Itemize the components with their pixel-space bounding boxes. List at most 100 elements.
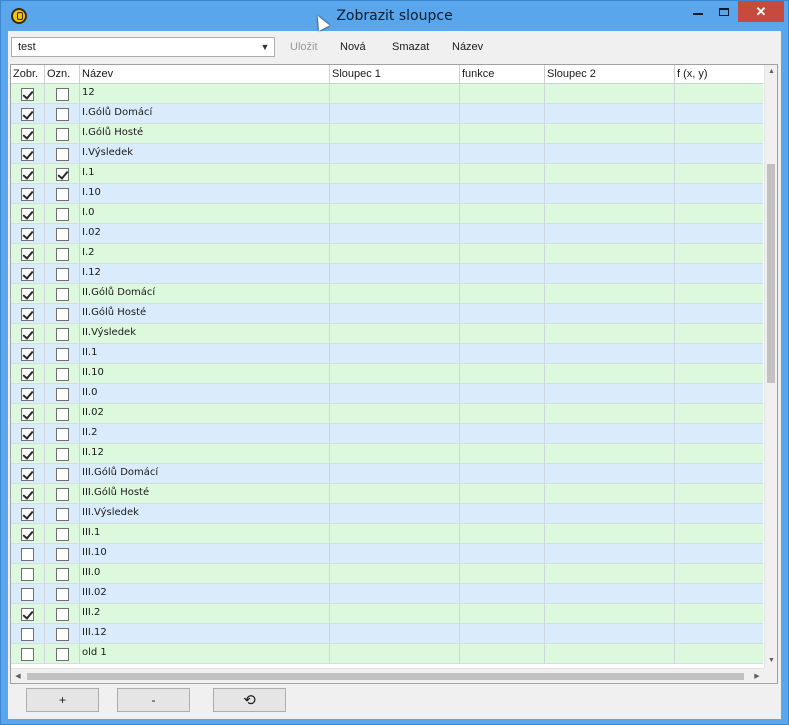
- show-checkbox[interactable]: [21, 627, 34, 641]
- column1-cell[interactable]: [330, 284, 460, 304]
- fxy-cell[interactable]: [675, 424, 763, 444]
- show-checkbox[interactable]: [21, 267, 34, 281]
- fxy-cell[interactable]: [675, 544, 763, 564]
- column2-cell[interactable]: [545, 144, 675, 164]
- fxy-cell[interactable]: [675, 364, 763, 384]
- column-name-cell[interactable]: III.1: [80, 524, 330, 544]
- column1-cell[interactable]: [330, 184, 460, 204]
- column-name-cell[interactable]: I.10: [80, 184, 330, 204]
- column1-cell[interactable]: [330, 444, 460, 464]
- show-checkbox[interactable]: [21, 567, 34, 581]
- function-cell[interactable]: [460, 164, 545, 184]
- column-name-cell[interactable]: III.0: [80, 564, 330, 584]
- column1-cell[interactable]: [330, 344, 460, 364]
- column-header-fxy[interactable]: f (x, y): [675, 65, 763, 84]
- column2-cell[interactable]: [545, 444, 675, 464]
- column2-cell[interactable]: [545, 164, 675, 184]
- column1-cell[interactable]: [330, 124, 460, 144]
- column-name-cell[interactable]: I.2: [80, 244, 330, 264]
- show-checkbox[interactable]: [21, 447, 34, 461]
- function-cell[interactable]: [460, 264, 545, 284]
- show-checkbox[interactable]: [21, 87, 34, 101]
- column1-cell[interactable]: [330, 244, 460, 264]
- table-row[interactable]: III.02: [11, 584, 763, 604]
- show-checkbox[interactable]: [21, 647, 34, 661]
- close-button[interactable]: ✕: [738, 1, 784, 22]
- fxy-cell[interactable]: [675, 384, 763, 404]
- table-row[interactable]: I.0: [11, 204, 763, 224]
- fxy-cell[interactable]: [675, 164, 763, 184]
- fxy-cell[interactable]: [675, 304, 763, 324]
- fxy-cell[interactable]: [675, 224, 763, 244]
- table-row[interactable]: I.2: [11, 244, 763, 264]
- chevron-down-icon[interactable]: ▼: [259, 41, 271, 53]
- show-checkbox[interactable]: [21, 487, 34, 501]
- show-checkbox[interactable]: [21, 427, 34, 441]
- column1-cell[interactable]: [330, 144, 460, 164]
- mark-checkbox[interactable]: [55, 567, 69, 581]
- column1-cell[interactable]: [330, 104, 460, 124]
- fxy-cell[interactable]: [675, 324, 763, 344]
- mark-checkbox[interactable]: [55, 527, 69, 541]
- function-cell[interactable]: [460, 564, 545, 584]
- fxy-cell[interactable]: [675, 204, 763, 224]
- scroll-left-icon[interactable]: ◀: [11, 669, 25, 683]
- fxy-cell[interactable]: [675, 464, 763, 484]
- column2-cell[interactable]: [545, 84, 675, 104]
- column-name-cell[interactable]: II.Gólů Hosté: [80, 304, 330, 324]
- mark-checkbox[interactable]: [55, 307, 69, 321]
- table-row[interactable]: III.12: [11, 624, 763, 644]
- table-row[interactable]: III.Výsledek: [11, 504, 763, 524]
- table-row[interactable]: I.Gólů Domácí: [11, 104, 763, 124]
- column1-cell[interactable]: [330, 264, 460, 284]
- function-cell[interactable]: [460, 284, 545, 304]
- mark-checkbox[interactable]: [55, 327, 69, 341]
- mark-checkbox[interactable]: [55, 287, 69, 301]
- horizontal-scrollbar[interactable]: ◀ ▶: [11, 668, 764, 683]
- column2-cell[interactable]: [545, 544, 675, 564]
- mark-checkbox[interactable]: [55, 207, 69, 221]
- column-name-cell[interactable]: I.12: [80, 264, 330, 284]
- fxy-cell[interactable]: [675, 264, 763, 284]
- table-row[interactable]: II.Výsledek: [11, 324, 763, 344]
- column-name-cell[interactable]: II.10: [80, 364, 330, 384]
- fxy-cell[interactable]: [675, 484, 763, 504]
- mark-checkbox[interactable]: [55, 587, 69, 601]
- mark-checkbox[interactable]: [55, 147, 69, 161]
- column1-cell[interactable]: [330, 224, 460, 244]
- show-checkbox[interactable]: [21, 607, 34, 621]
- show-checkbox[interactable]: [21, 387, 34, 401]
- function-cell[interactable]: [460, 224, 545, 244]
- column2-cell[interactable]: [545, 424, 675, 444]
- table-row[interactable]: II.2: [11, 424, 763, 444]
- fxy-cell[interactable]: [675, 644, 763, 664]
- rename-button[interactable]: Název: [452, 41, 483, 53]
- column1-cell[interactable]: [330, 544, 460, 564]
- column1-cell[interactable]: [330, 524, 460, 544]
- fxy-cell[interactable]: [675, 184, 763, 204]
- mark-checkbox[interactable]: [55, 187, 69, 201]
- column1-cell[interactable]: [330, 164, 460, 184]
- show-checkbox[interactable]: [21, 147, 34, 161]
- show-checkbox[interactable]: [21, 467, 34, 481]
- column-name-cell[interactable]: II.Gólů Domácí: [80, 284, 330, 304]
- fxy-cell[interactable]: [675, 284, 763, 304]
- column-name-cell[interactable]: III.02: [80, 584, 330, 604]
- column-name-cell[interactable]: II.02: [80, 404, 330, 424]
- column1-cell[interactable]: [330, 364, 460, 384]
- function-cell[interactable]: [460, 124, 545, 144]
- mark-checkbox[interactable]: [55, 427, 69, 441]
- mark-checkbox[interactable]: [55, 87, 69, 101]
- column2-cell[interactable]: [545, 344, 675, 364]
- column-name-cell[interactable]: III.12: [80, 624, 330, 644]
- column-header-name[interactable]: Název: [80, 65, 330, 84]
- vertical-scroll-thumb[interactable]: [767, 164, 775, 383]
- table-row[interactable]: I.12: [11, 264, 763, 284]
- column-name-cell[interactable]: III.2: [80, 604, 330, 624]
- column1-cell[interactable]: [330, 584, 460, 604]
- fxy-cell[interactable]: [675, 404, 763, 424]
- table-row[interactable]: II.12: [11, 444, 763, 464]
- column-name-cell[interactable]: III.Výsledek: [80, 504, 330, 524]
- function-cell[interactable]: [460, 464, 545, 484]
- column2-cell[interactable]: [545, 264, 675, 284]
